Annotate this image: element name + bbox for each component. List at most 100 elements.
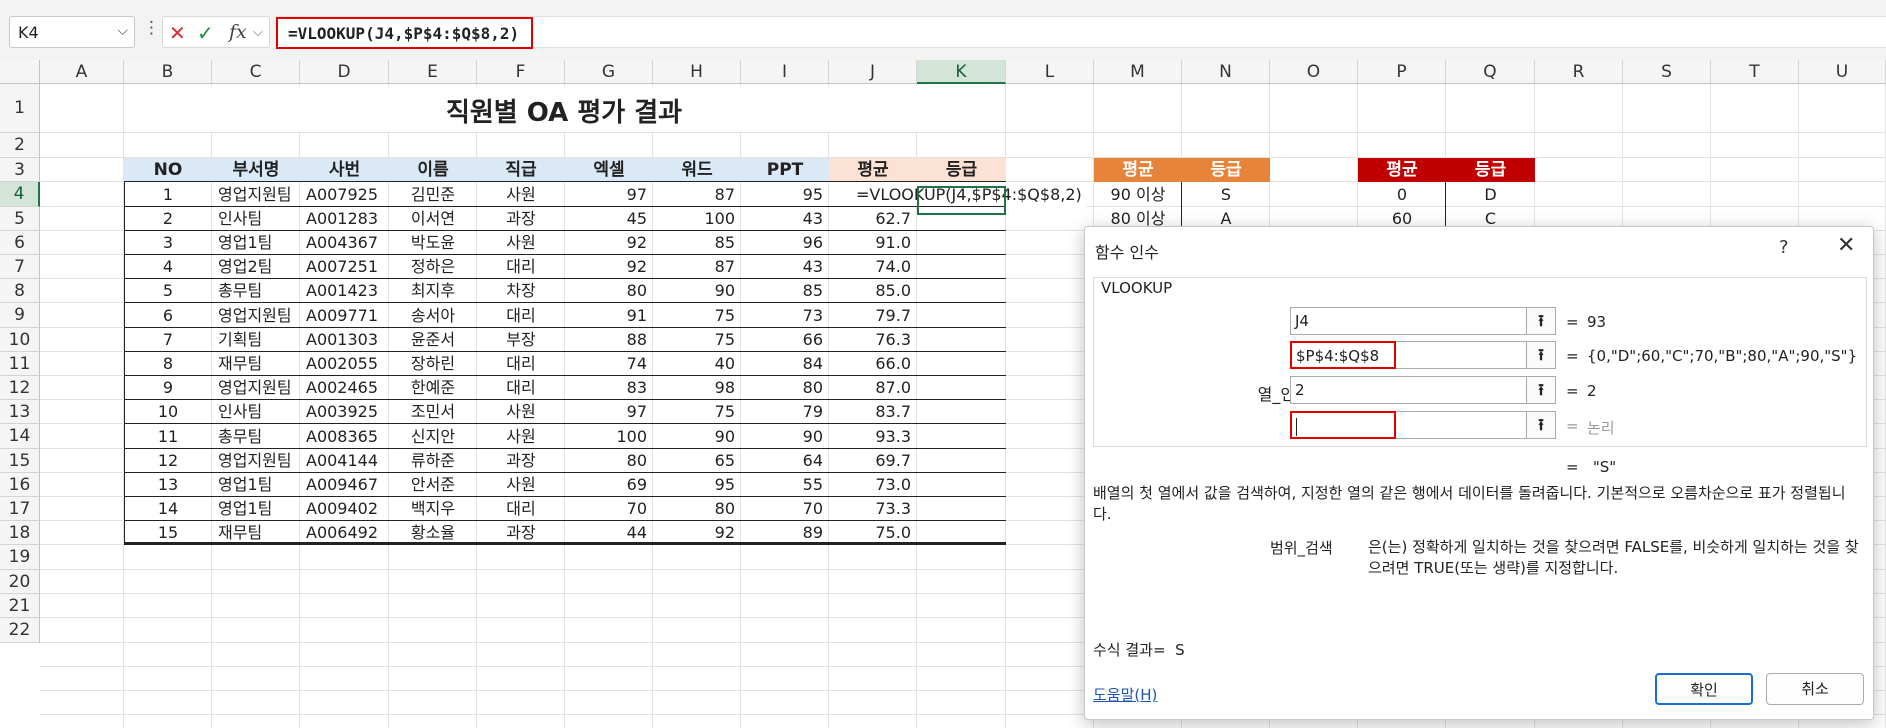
table-cell[interactable]: 11 <box>124 424 212 449</box>
column-header-o[interactable]: O <box>1270 60 1358 84</box>
table-cell[interactable]: 64 <box>741 449 829 473</box>
help-icon[interactable]: ? <box>1779 237 1789 258</box>
table-cell[interactable]: 영업1팀 <box>212 231 300 255</box>
table-cell[interactable]: 93.3 <box>829 424 917 449</box>
column-header-d[interactable]: D <box>300 60 389 84</box>
table-cell[interactable]: 80 <box>653 497 741 521</box>
cancel-button[interactable]: 취소 <box>1766 673 1864 705</box>
table-cell[interactable]: 83.7 <box>829 400 917 424</box>
table-cell[interactable]: 75 <box>653 328 741 352</box>
table-cell[interactable]: 인사팀 <box>212 207 300 231</box>
table-cell[interactable]: 79 <box>741 400 829 424</box>
table-cell[interactable]: 신지안 <box>389 424 477 449</box>
row-header-10[interactable]: 10 <box>0 328 40 352</box>
table-cell[interactable]: 8 <box>124 352 212 376</box>
table-cell[interactable]: 69 <box>565 473 653 497</box>
name-box[interactable]: K4 ⌵ <box>9 16 135 48</box>
grade-m-cell[interactable]: 90 이상 <box>1094 182 1182 207</box>
column-header-p[interactable]: P <box>1358 60 1446 84</box>
table-cell[interactable]: 영업지원팀 <box>212 182 300 207</box>
table-cell[interactable]: A001423 <box>300 279 389 303</box>
table-cell[interactable]: 75 <box>653 303 741 328</box>
close-icon[interactable]: ✕ <box>1837 233 1855 258</box>
table-cell[interactable]: A004367 <box>300 231 389 255</box>
table-cell[interactable]: 90 <box>653 279 741 303</box>
column-header-b[interactable]: B <box>124 60 212 84</box>
table-cell[interactable]: 6 <box>124 303 212 328</box>
table-cell[interactable]: 재무팀 <box>212 352 300 376</box>
column-header-f[interactable]: F <box>477 60 565 84</box>
table-cell[interactable]: 영업1팀 <box>212 473 300 497</box>
table-cell[interactable]: 12 <box>124 449 212 473</box>
column-header-q[interactable]: Q <box>1446 60 1535 84</box>
chevron-down-icon[interactable]: ⌵ <box>117 23 128 39</box>
table-cell[interactable]: 백지우 <box>389 497 477 521</box>
row-header-8[interactable]: 8 <box>0 279 40 303</box>
table-cell[interactable]: 91 <box>565 303 653 328</box>
table-cell[interactable]: 40 <box>653 352 741 376</box>
table-cell[interactable]: 97 <box>565 182 653 207</box>
table-cell[interactable]: 84 <box>741 352 829 376</box>
active-cell-k4[interactable] <box>917 186 1006 215</box>
table-cell[interactable]: 55 <box>741 473 829 497</box>
table-cell[interactable]: 73 <box>741 303 829 328</box>
table-cell[interactable]: 45 <box>565 207 653 231</box>
chevron-down-icon[interactable]: ⌵ <box>253 25 263 40</box>
table-cell[interactable]: 영업지원팀 <box>212 449 300 473</box>
column-header-j[interactable]: J <box>829 60 917 84</box>
table-cell[interactable]: 정하은 <box>389 255 477 279</box>
table-cell[interactable]: 7 <box>124 328 212 352</box>
table-cell[interactable]: 80 <box>565 279 653 303</box>
table-cell[interactable]: 66 <box>741 328 829 352</box>
table-cell[interactable]: 100 <box>565 424 653 449</box>
checkmark-icon[interactable]: ✓ <box>197 21 214 45</box>
table-cell[interactable]: 70 <box>565 497 653 521</box>
table-cell[interactable]: 과장 <box>477 207 565 231</box>
table-cell[interactable]: 대리 <box>477 376 565 400</box>
column-header-i[interactable]: I <box>741 60 829 84</box>
table-cell[interactable]: 90 <box>653 424 741 449</box>
table-cell[interactable]: A001283 <box>300 207 389 231</box>
table-cell[interactable]: 76.3 <box>829 328 917 352</box>
row-header-4[interactable]: 4 <box>0 182 40 207</box>
table-cell[interactable]: 75 <box>653 400 741 424</box>
table-cell[interactable]: 87.0 <box>829 376 917 400</box>
table-cell[interactable]: 70 <box>741 497 829 521</box>
table-cell[interactable]: 87 <box>653 182 741 207</box>
column-header-h[interactable]: H <box>653 60 741 84</box>
table-cell[interactable]: 88 <box>565 328 653 352</box>
table-cell[interactable]: 74 <box>565 352 653 376</box>
table-cell[interactable]: 대리 <box>477 303 565 328</box>
column-header-u[interactable]: U <box>1799 60 1886 84</box>
row-header-7[interactable]: 7 <box>0 255 40 279</box>
table-cell[interactable]: 90 <box>741 424 829 449</box>
table-cell[interactable]: 총무팀 <box>212 279 300 303</box>
table-cell[interactable]: 73.3 <box>829 497 917 521</box>
row-header-1[interactable]: 1 <box>0 84 40 133</box>
table-cell[interactable]: A003925 <box>300 400 389 424</box>
row-header-14[interactable]: 14 <box>0 424 40 449</box>
table-cell[interactable]: 영업1팀 <box>212 497 300 521</box>
table-cell[interactable]: 사원 <box>477 424 565 449</box>
table-cell[interactable]: 장하린 <box>389 352 477 376</box>
column-header-r[interactable]: R <box>1535 60 1623 84</box>
collapse-dialog-icon[interactable]: ⭱ <box>1526 376 1556 404</box>
row-header-6[interactable]: 6 <box>0 231 40 255</box>
table-cell[interactable]: 사원 <box>477 231 565 255</box>
table-cell[interactable]: 85 <box>741 279 829 303</box>
table-cell[interactable]: 대리 <box>477 255 565 279</box>
table-cell[interactable]: 박도윤 <box>389 231 477 255</box>
row-header-18[interactable]: 18 <box>0 521 40 545</box>
help-link[interactable]: 도움말(H) <box>1093 684 1157 705</box>
grade-p-cell[interactable]: 0 <box>1358 182 1446 207</box>
column-header-a[interactable]: A <box>40 60 124 84</box>
row-header-11[interactable]: 11 <box>0 352 40 376</box>
row-header-9[interactable]: 9 <box>0 303 40 328</box>
table-cell[interactable]: 한예준 <box>389 376 477 400</box>
table-cell[interactable]: 과장 <box>477 449 565 473</box>
more-options-icon[interactable]: ⋮ <box>143 18 160 38</box>
column-header-n[interactable]: N <box>1182 60 1270 84</box>
collapse-dialog-icon[interactable]: ⭱ <box>1526 307 1556 335</box>
table-cell[interactable]: 사원 <box>477 473 565 497</box>
col-index-input[interactable]: 2 <box>1290 376 1528 404</box>
